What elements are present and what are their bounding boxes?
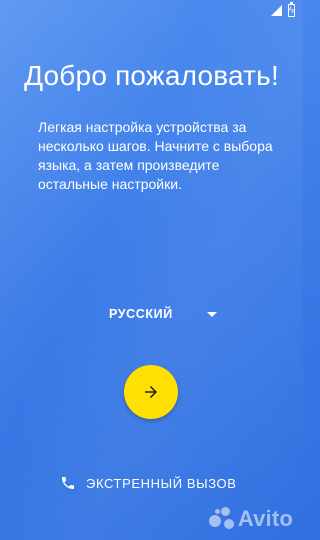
language-selected-value: РУССКИЙ bbox=[109, 307, 173, 321]
arrow-right-icon bbox=[145, 386, 157, 398]
avito-watermark: Avito bbox=[208, 506, 293, 532]
status-bar: ϟ bbox=[0, 0, 303, 22]
emergency-call-button[interactable]: ЭКСТРЕННЫЙ ВЫЗОВ bbox=[60, 472, 237, 494]
dropdown-caret-icon bbox=[207, 311, 217, 317]
avito-watermark-text: Avito bbox=[237, 506, 293, 531]
battery-charging-icon: ϟ bbox=[288, 2, 295, 17]
emergency-call-label: ЭКСТРЕННЫЙ ВЫЗОВ bbox=[86, 475, 237, 491]
avito-logo-icon bbox=[208, 507, 235, 531]
language-dropdown[interactable]: РУССКИЙ bbox=[95, 302, 225, 326]
next-button[interactable] bbox=[124, 365, 178, 419]
phone-icon bbox=[62, 477, 74, 489]
page-subtitle: Легкая настройка устройства за несколько… bbox=[38, 119, 273, 192]
status-icons: ϟ bbox=[271, 2, 295, 17]
page-title: Добро пожаловать! bbox=[24, 60, 279, 91]
signal-icon bbox=[271, 5, 282, 16]
